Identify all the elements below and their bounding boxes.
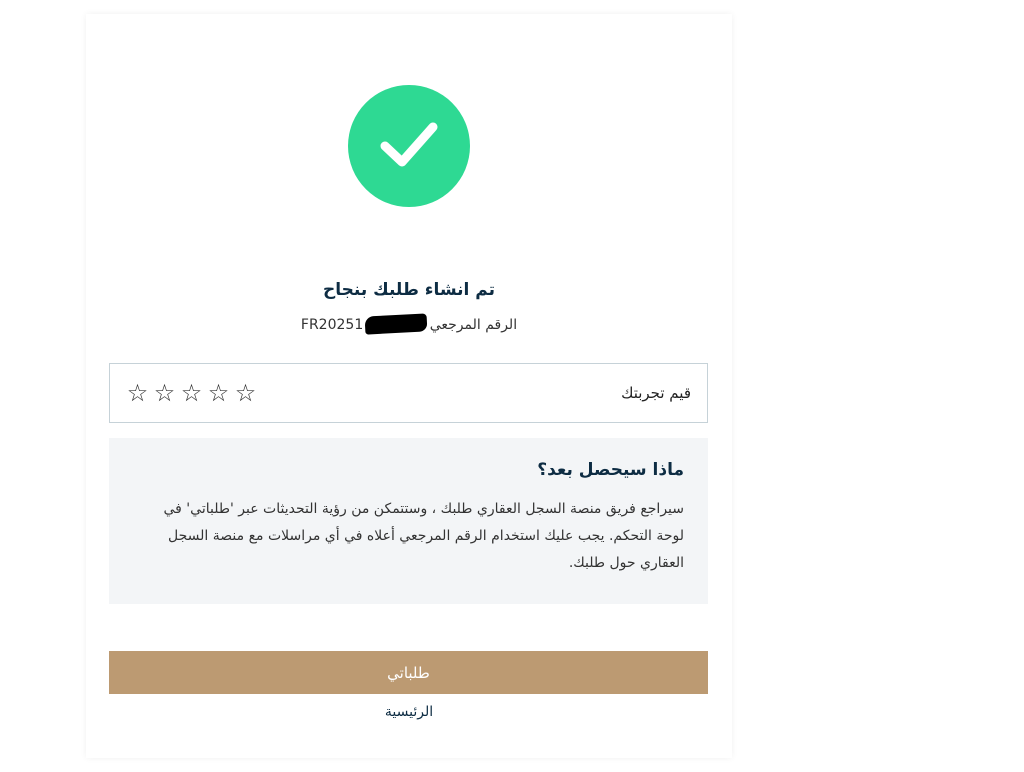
next-steps-body: سيراجع فريق منصة السجل العقاري طلبك ، وس… [163,501,685,571]
reference-number: FR20251 [300,313,428,335]
reference-label: الرقم المرجعي [429,317,518,333]
star-rating: ☆ ☆ ☆ ☆ ☆ [126,381,257,405]
rating-box: قيم تجربتك ☆ ☆ ☆ ☆ ☆ [109,363,708,423]
redaction-mark [364,313,428,335]
star-icon[interactable]: ☆ [126,381,149,405]
page-title: تم انشاء طلبك بنجاح [323,280,495,300]
next-steps-title: ماذا سيحصل بعد؟ [537,460,684,480]
home-link[interactable]: الرئيسية [86,704,732,720]
page: تم انشاء طلبك بنجاح الرقم المرجعي FR2025… [0,0,1024,772]
reference-value: FR20251 [300,317,364,333]
reference-line: الرقم المرجعي FR20251 [86,313,732,335]
my-requests-button[interactable]: طلباتي [109,651,708,694]
check-icon [375,110,443,182]
rating-label: قيم تجربتك [621,384,691,402]
success-badge [348,85,470,207]
next-steps-panel: ماذا سيحصل بعد؟ سيراجع فريق منصة السجل ا… [109,438,708,604]
confirmation-card: تم انشاء طلبك بنجاح الرقم المرجعي FR2025… [86,14,732,758]
star-icon[interactable]: ☆ [180,381,203,405]
star-icon[interactable]: ☆ [153,381,176,405]
star-icon[interactable]: ☆ [207,381,230,405]
star-icon[interactable]: ☆ [234,381,257,405]
